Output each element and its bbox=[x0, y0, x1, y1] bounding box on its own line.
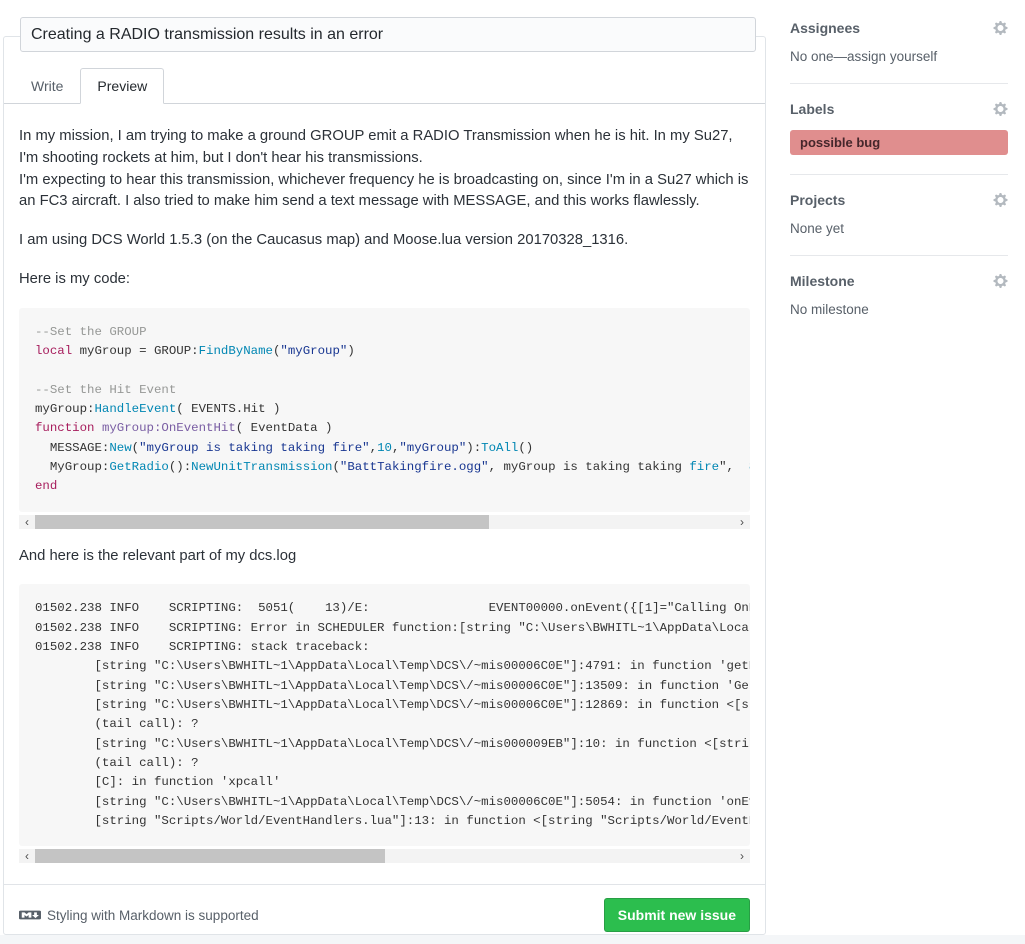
milestone-section: Milestone No milestone bbox=[790, 273, 1008, 317]
assignees-empty-text: No one— bbox=[790, 49, 847, 64]
scroll-right-icon[interactable]: › bbox=[734, 849, 750, 863]
submit-new-issue-button[interactable]: Submit new issue bbox=[604, 898, 750, 932]
assignees-gear-button[interactable] bbox=[993, 20, 1008, 36]
assignees-title: Assignees bbox=[790, 20, 860, 36]
scrollbar-thumb[interactable] bbox=[35, 849, 385, 863]
new-issue-page: Write Preview In my mission, I am trying… bbox=[0, 0, 1025, 944]
preview-content: In my mission, I am trying to make a gro… bbox=[4, 104, 765, 863]
label-chip[interactable]: possible bug bbox=[790, 130, 1008, 155]
code-horizontal-scrollbar[interactable]: ‹ › bbox=[19, 515, 750, 529]
sidebar-divider bbox=[790, 174, 1008, 175]
milestone-title: Milestone bbox=[790, 273, 855, 289]
labels-gear-button[interactable] bbox=[993, 101, 1008, 117]
sidebar-divider bbox=[790, 255, 1008, 256]
markdown-note-text: Styling with Markdown is supported bbox=[47, 908, 259, 923]
gear-icon bbox=[993, 277, 1008, 292]
markdown-icon bbox=[19, 908, 41, 922]
labels-section: Labels possible bug bbox=[790, 101, 1008, 155]
body-paragraph-2: I am using DCS World 1.5.3 (on the Cauca… bbox=[19, 230, 750, 252]
markdown-supported-link[interactable]: Styling with Markdown is supported bbox=[19, 908, 259, 923]
scrollbar-track[interactable] bbox=[35, 849, 734, 863]
body-paragraph-4: And here is the relevant part of my dcs.… bbox=[19, 546, 750, 568]
page-bottom-strip bbox=[0, 935, 1025, 944]
body-paragraph-1-line-1: In my mission, I am trying to make a gro… bbox=[19, 128, 733, 166]
milestone-empty-text: No milestone bbox=[790, 302, 1008, 317]
scroll-right-icon[interactable]: › bbox=[734, 515, 750, 529]
issue-form-box: Write Preview In my mission, I am trying… bbox=[3, 36, 766, 935]
issue-sidebar: Assignees No one—assign yourself Labels bbox=[790, 0, 1008, 317]
milestone-gear-button[interactable] bbox=[993, 273, 1008, 289]
body-paragraph-3: Here is my code: bbox=[19, 269, 750, 291]
assignees-section: Assignees No one—assign yourself bbox=[790, 20, 1008, 64]
tab-preview[interactable]: Preview bbox=[80, 68, 164, 104]
projects-title: Projects bbox=[790, 192, 845, 208]
projects-empty-text: None yet bbox=[790, 221, 1008, 236]
gear-icon bbox=[993, 105, 1008, 120]
assign-yourself-link[interactable]: assign yourself bbox=[847, 49, 937, 64]
tab-write[interactable]: Write bbox=[14, 68, 80, 104]
dcs-log-block: 01502.238 INFO SCRIPTING: 5051( 13)/E: E… bbox=[19, 584, 750, 846]
scroll-left-icon[interactable]: ‹ bbox=[19, 515, 35, 529]
scroll-left-icon[interactable]: ‹ bbox=[19, 849, 35, 863]
scrollbar-track[interactable] bbox=[35, 515, 734, 529]
log-horizontal-scrollbar[interactable]: ‹ › bbox=[19, 849, 750, 863]
body-paragraph-1-line-2: I'm expecting to hear this transmission,… bbox=[19, 172, 748, 210]
projects-gear-button[interactable] bbox=[993, 192, 1008, 208]
gear-icon bbox=[993, 24, 1008, 39]
write-preview-tabs: Write Preview bbox=[4, 68, 765, 104]
labels-title: Labels bbox=[790, 101, 834, 117]
issue-title-input[interactable] bbox=[20, 17, 756, 52]
body-paragraph-1: In my mission, I am trying to make a gro… bbox=[19, 126, 750, 213]
projects-section: Projects None yet bbox=[790, 192, 1008, 236]
scrollbar-thumb[interactable] bbox=[35, 515, 489, 529]
gear-icon bbox=[993, 196, 1008, 211]
lua-code-block: --Set the GROUPlocal myGroup = GROUP:Fin… bbox=[19, 308, 750, 512]
sidebar-divider bbox=[790, 83, 1008, 84]
